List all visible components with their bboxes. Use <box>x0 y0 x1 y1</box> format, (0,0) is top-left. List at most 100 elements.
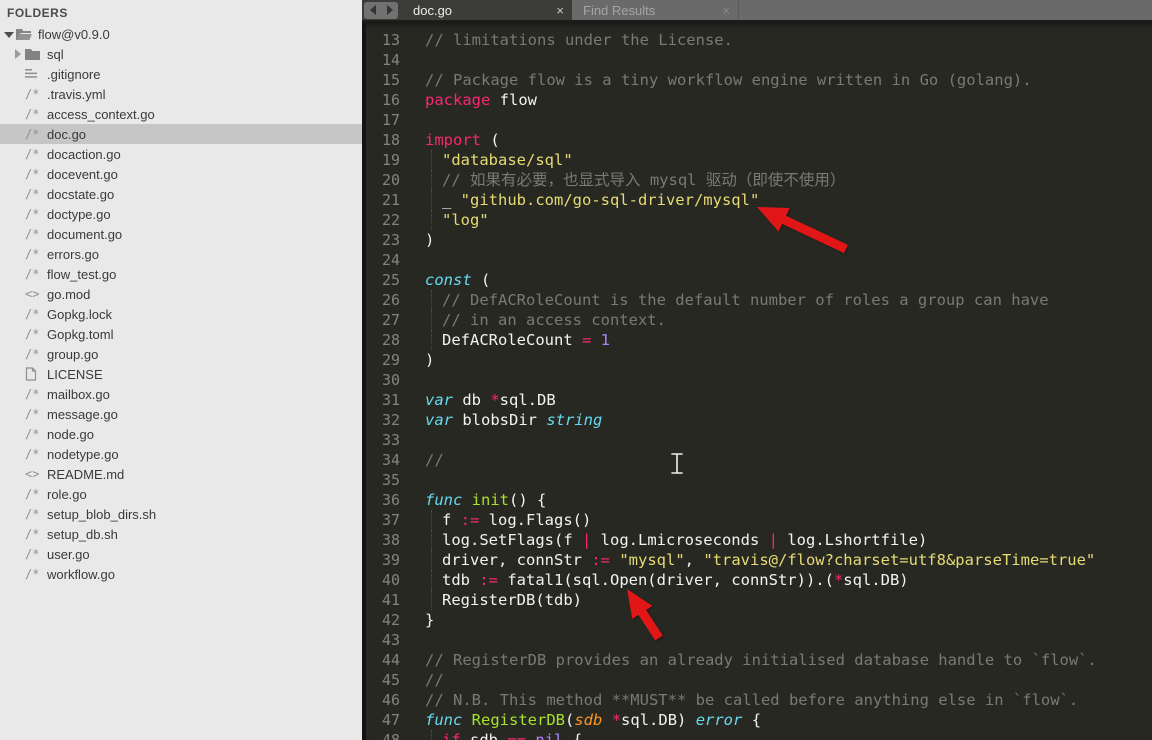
sidebar-item-setup_db.sh[interactable]: setup_db.sh <box>0 524 362 544</box>
file-label: .travis.yml <box>47 87 106 102</box>
sidebar-item-doctype.go[interactable]: doctype.go <box>0 204 362 224</box>
code-line-46[interactable]: 46// N.B. This method **MUST** be called… <box>362 690 1152 710</box>
sidebar-item-flow_test.go[interactable]: flow_test.go <box>0 264 362 284</box>
sidebar-item-docaction.go[interactable]: docaction.go <box>0 144 362 164</box>
sidebar-item-node.go[interactable]: node.go <box>0 424 362 444</box>
close-icon[interactable]: × <box>556 4 564 17</box>
sidebar-item-license[interactable]: LICENSE <box>0 364 362 384</box>
code-line-17[interactable]: 17 <box>362 110 1152 130</box>
tree-spacer <box>11 504 25 524</box>
tree-spacer <box>11 244 25 264</box>
code-text: var db *sql.DB <box>425 390 1152 410</box>
code-line-28[interactable]: 28DefACRoleCount = 1 <box>362 330 1152 350</box>
src-icon <box>25 386 43 402</box>
code-line-38[interactable]: 38log.SetFlags(f | log.Lmicroseconds | l… <box>362 530 1152 550</box>
tree-spacer <box>11 164 25 184</box>
prev-tab-icon[interactable] <box>370 5 376 15</box>
code-line-26[interactable]: 26// DefACRoleCount is the default numbe… <box>362 290 1152 310</box>
sidebar-item-document.go[interactable]: document.go <box>0 224 362 244</box>
code-line-41[interactable]: 41RegisterDB(tdb) <box>362 590 1152 610</box>
code-line-31[interactable]: 31var db *sql.DB <box>362 390 1152 410</box>
code-line-42[interactable]: 42} <box>362 610 1152 630</box>
tab-doc-go[interactable]: doc.go × <box>402 0 572 20</box>
tab-find-results[interactable]: Find Results × <box>572 0 739 20</box>
code-line-27[interactable]: 27// in an access context. <box>362 310 1152 330</box>
code-editor[interactable]: 13// limitations under the License.1415/… <box>362 22 1152 740</box>
src-icon <box>25 146 43 162</box>
code-text: "database/sql" <box>425 150 1152 170</box>
sidebar-item-gopkg.lock[interactable]: Gopkg.lock <box>0 304 362 324</box>
code-line-34[interactable]: 34// <box>362 450 1152 470</box>
sidebar-item-docevent.go[interactable]: docevent.go <box>0 164 362 184</box>
code-line-18[interactable]: 18import ( <box>362 130 1152 150</box>
tab-label: doc.go <box>413 3 556 18</box>
code-line-45[interactable]: 45// <box>362 670 1152 690</box>
code-line-14[interactable]: 14 <box>362 50 1152 70</box>
tree-spacer <box>11 184 25 204</box>
code-line-48[interactable]: 48if sdb == nil { <box>362 730 1152 740</box>
sidebar-item-flow@v0.9.0[interactable]: flow@v0.9.0 <box>0 24 362 44</box>
code-line-22[interactable]: 22"log" <box>362 210 1152 230</box>
code-line-32[interactable]: 32var blobsDir string <box>362 410 1152 430</box>
sidebar-item-sql[interactable]: sql <box>0 44 362 64</box>
sidebar-item-doc.go[interactable]: doc.go <box>0 124 362 144</box>
code-line-20[interactable]: 20// 如果有必要，也显式导入 mysql 驱动（即使不使用） <box>362 170 1152 190</box>
file-label: flow_test.go <box>47 267 116 282</box>
sidebar-item-user.go[interactable]: user.go <box>0 544 362 564</box>
code-line-16[interactable]: 16package flow <box>362 90 1152 110</box>
code-line-19[interactable]: 19"database/sql" <box>362 150 1152 170</box>
next-tab-icon[interactable] <box>387 5 393 15</box>
code-line-24[interactable]: 24 <box>362 250 1152 270</box>
sidebar-item-.gitignore[interactable]: .gitignore <box>0 64 362 84</box>
sidebar-item-role.go[interactable]: role.go <box>0 484 362 504</box>
indent-guide <box>431 730 432 740</box>
close-icon[interactable]: × <box>722 4 730 17</box>
sidebar-item-workflow.go[interactable]: workflow.go <box>0 564 362 584</box>
sidebar-item-go.mod[interactable]: go.mod <box>0 284 362 304</box>
code-text: import ( <box>425 130 1152 150</box>
code-text: func RegisterDB(sdb *sql.DB) error { <box>425 710 1152 730</box>
sidebar-item-mailbox.go[interactable]: mailbox.go <box>0 384 362 404</box>
sidebar-item-setup_blob_dirs.sh[interactable]: setup_blob_dirs.sh <box>0 504 362 524</box>
sidebar-item-message.go[interactable]: message.go <box>0 404 362 424</box>
indent-guide <box>431 530 432 550</box>
code-line-15[interactable]: 15// Package flow is a tiny workflow eng… <box>362 70 1152 90</box>
code-line-35[interactable]: 35 <box>362 470 1152 490</box>
code-line-47[interactable]: 47 func RegisterDB(sdb *sql.DB) error { <box>362 710 1152 730</box>
code-line-39[interactable]: 39driver, connStr := "mysql", "travis@/f… <box>362 550 1152 570</box>
sidebar-item-errors.go[interactable]: errors.go <box>0 244 362 264</box>
src-icon <box>25 166 43 182</box>
indent-guide <box>431 510 432 530</box>
line-number: 45 <box>362 670 400 690</box>
tree-spacer <box>11 384 25 404</box>
code-line-37[interactable]: 37f := log.Flags() <box>362 510 1152 530</box>
code-line-33[interactable]: 33 <box>362 430 1152 450</box>
folder-icon <box>25 46 43 62</box>
line-number: 26 <box>362 290 400 310</box>
code-line-13[interactable]: 13// limitations under the License. <box>362 30 1152 50</box>
file-label: docaction.go <box>47 147 121 162</box>
code-line-43[interactable]: 43 <box>362 630 1152 650</box>
code-line-21[interactable]: 21_ "github.com/go-sql-driver/mysql" <box>362 190 1152 210</box>
sidebar-item-readme.md[interactable]: README.md <box>0 464 362 484</box>
sidebar-item-.travis.yml[interactable]: .travis.yml <box>0 84 362 104</box>
sidebar-item-access_context.go[interactable]: access_context.go <box>0 104 362 124</box>
code-line-29[interactable]: 29) <box>362 350 1152 370</box>
indent-guide <box>431 190 432 210</box>
text-icon <box>25 66 43 82</box>
sidebar-item-nodetype.go[interactable]: nodetype.go <box>0 444 362 464</box>
tree-spacer <box>11 524 25 544</box>
sidebar-item-docstate.go[interactable]: docstate.go <box>0 184 362 204</box>
code-line-36[interactable]: 36func init() { <box>362 490 1152 510</box>
code-text: "log" <box>425 210 1152 230</box>
code-line-30[interactable]: 30 <box>362 370 1152 390</box>
code-line-23[interactable]: 23) <box>362 230 1152 250</box>
sidebar-item-group.go[interactable]: group.go <box>0 344 362 364</box>
sidebar-item-gopkg.toml[interactable]: Gopkg.toml <box>0 324 362 344</box>
code-line-40[interactable]: 40tdb := fatal1(sql.Open(driver, connStr… <box>362 570 1152 590</box>
expand-right-icon[interactable] <box>11 44 25 64</box>
code-line-25[interactable]: 25const ( <box>362 270 1152 290</box>
code-line-44[interactable]: 44// RegisterDB provides an already init… <box>362 650 1152 670</box>
expand-down-icon[interactable] <box>2 24 16 44</box>
line-number: 47 <box>362 710 400 730</box>
